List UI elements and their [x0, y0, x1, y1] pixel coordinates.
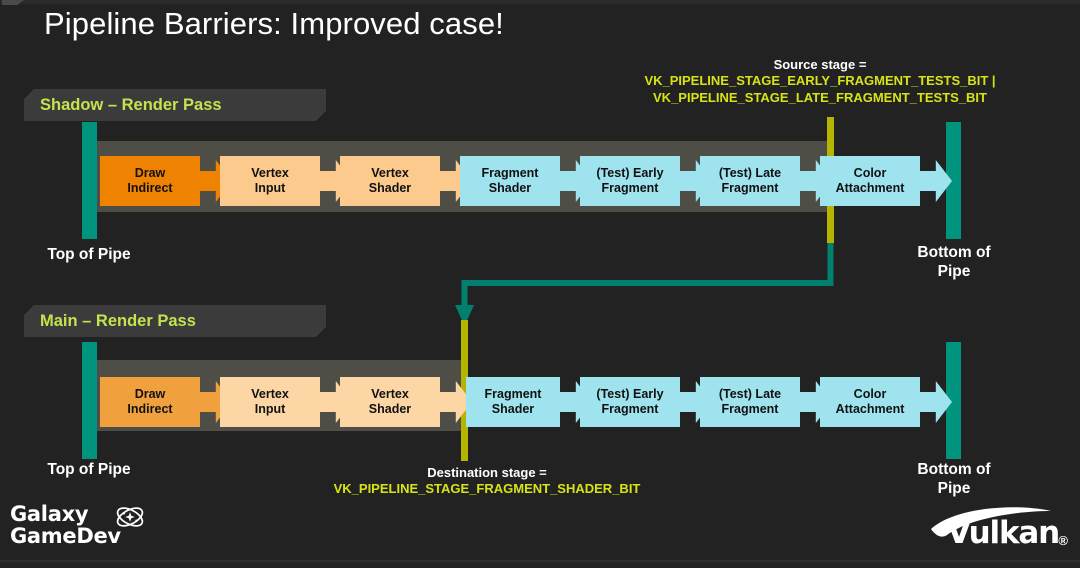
stage-label-line2: Shader: [368, 181, 412, 195]
main-render-pass-banner: Main – Render Pass: [24, 305, 326, 337]
top-edge-strip: [0, 0, 1080, 4]
main-bottom-of-pipe-line2: Pipe: [937, 479, 971, 497]
galaxy-gamedev-logo: Galaxy GameDev: [10, 503, 160, 561]
stage-label-line1: Fragment: [481, 166, 539, 181]
shadow-bottom-of-pipe-line1: Bottom of: [917, 244, 991, 261]
stage-label-line1: Vertex: [371, 387, 409, 402]
source-stage-annotation: Source stage = VK_PIPELINE_STAGE_EARLY_F…: [600, 57, 1040, 106]
stage-label-line2: Shader: [368, 402, 412, 416]
shadow-top-of-pipe-label: Top of Pipe: [47, 246, 131, 263]
stage-label-line1: (Test) Late: [718, 166, 782, 181]
stage-label-line2: Shader: [488, 181, 532, 195]
stage-label-line2: Input: [254, 402, 286, 416]
main-render-pass-label: Main – Render Pass: [40, 311, 196, 330]
stage-label-line2: Fragment: [721, 402, 779, 416]
stage-box-shadow-color-attachment[interactable]: Color Attachment: [820, 156, 920, 206]
stage-label-line1: Draw: [134, 387, 166, 402]
vulkan-wordmark: Vulkan: [947, 515, 1060, 551]
stage-box-shadow-draw-indirect[interactable]: Draw Indirect: [100, 156, 200, 206]
shadow-render-pass-banner: Shadow – Render Pass: [24, 89, 326, 121]
stage-box-shadow-vertex-shader[interactable]: Vertex Shader: [340, 156, 440, 206]
stage-box-main-vertex-input[interactable]: Vertex Input: [220, 377, 320, 427]
stage-label-line2: Indirect: [127, 402, 173, 416]
vulkan-logo: Vulkan ®: [925, 505, 1070, 555]
stage-box-main-late-fragment[interactable]: (Test) Late Fragment: [700, 377, 800, 427]
shadow-top-of-pipe-bar: [82, 122, 97, 239]
stage-label-line2: Fragment: [601, 402, 659, 416]
stage-label-line1: (Test) Early: [596, 166, 664, 181]
destination-stage-label: Destination stage =: [427, 465, 547, 480]
stage-box-shadow-early-fragment[interactable]: (Test) Early Fragment: [580, 156, 680, 206]
stage-label-line2: Attachment: [835, 402, 905, 416]
stage-label-line2: Indirect: [127, 181, 173, 195]
stage-label-line1: (Test) Late: [718, 387, 782, 402]
stage-label-line2: Shader: [491, 402, 535, 416]
stage-box-main-color-attachment[interactable]: Color Attachment: [820, 377, 920, 427]
stage-box-main-fragment-shader[interactable]: Fragment Shader: [466, 377, 560, 427]
page-title: Pipeline Barriers: Improved case!: [44, 6, 504, 41]
main-top-of-pipe-bar: [82, 342, 97, 459]
main-top-of-pipe-label: Top of Pipe: [47, 461, 131, 478]
slide-canvas: Pipeline Barriers: Improved case! Source…: [0, 0, 1080, 568]
destination-stage-flag-1: VK_PIPELINE_STAGE_FRAGMENT_SHADER_BIT: [333, 481, 641, 497]
stage-label-line2: Fragment: [601, 181, 659, 195]
arrow-shadow-7: [916, 156, 952, 206]
stage-label-line1: Color: [853, 387, 887, 402]
shadow-bottom-of-pipe-line2: Pipe: [937, 262, 971, 280]
stage-label-line1: Draw: [134, 166, 166, 181]
stage-box-main-draw-indirect[interactable]: Draw Indirect: [100, 377, 200, 427]
source-stage-flag-1: VK_PIPELINE_STAGE_EARLY_FRAGMENT_TESTS_B…: [644, 73, 996, 89]
source-stage-label: Source stage =: [773, 57, 867, 72]
destination-stage-annotation: Destination stage = VK_PIPELINE_STAGE_FR…: [297, 465, 677, 498]
arrow-main-7: [916, 377, 952, 427]
stage-label-line1: (Test) Early: [596, 387, 664, 402]
stage-box-shadow-fragment-shader[interactable]: Fragment Shader: [460, 156, 560, 206]
atom-icon: [116, 507, 144, 527]
shadow-render-pass-label: Shadow – Render Pass: [40, 95, 222, 114]
source-stage-flag-2: VK_PIPELINE_STAGE_LATE_FRAGMENT_TESTS_BI…: [653, 89, 987, 105]
stage-label-line1: Vertex: [371, 166, 409, 181]
stage-label-line2: Fragment: [721, 181, 779, 195]
main-bottom-of-pipe-line1: Bottom of: [917, 461, 991, 478]
stage-label-line1: Vertex: [251, 166, 289, 181]
stage-label-line1: Vertex: [251, 387, 289, 402]
vulkan-registered-mark: ®: [1058, 533, 1068, 548]
stage-label-line2: Input: [254, 181, 286, 195]
shadow-bottom-of-pipe-label: Bottom of Pipe: [893, 244, 1015, 281]
stage-label-line1: Fragment: [484, 387, 542, 402]
stage-box-shadow-vertex-input[interactable]: Vertex Input: [220, 156, 320, 206]
stage-box-main-vertex-shader[interactable]: Vertex Shader: [340, 377, 440, 427]
stage-label-line1: Color: [853, 166, 887, 181]
main-bottom-of-pipe-label: Bottom of Pipe: [893, 461, 1015, 498]
stage-label-line2: Attachment: [835, 181, 905, 195]
bottom-rule: [0, 560, 1080, 562]
stage-box-shadow-late-fragment[interactable]: (Test) Late Fragment: [700, 156, 800, 206]
stage-box-main-early-fragment[interactable]: (Test) Early Fragment: [580, 377, 680, 427]
